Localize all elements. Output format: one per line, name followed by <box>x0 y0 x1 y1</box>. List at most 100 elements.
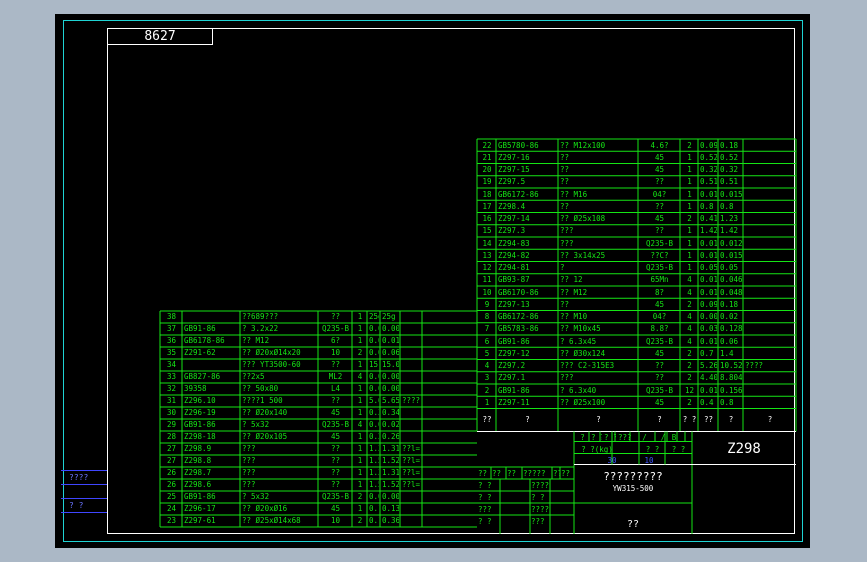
parts-cell: ?? 12 <box>560 275 583 285</box>
parts-cell: GB5783-86 <box>498 324 539 334</box>
signature-cell: ????? <box>523 469 546 478</box>
signature-cell: ? ? <box>478 481 492 490</box>
parts-cell: ??? <box>242 444 256 453</box>
parts-cell: 5 <box>484 348 490 358</box>
parts-cell: Z297-12 <box>498 348 530 358</box>
parts-cell: ?? <box>560 152 570 162</box>
parts-cell: Z297.3 <box>498 226 526 236</box>
header-cell: ? <box>596 414 601 424</box>
parts-cell: L4 <box>330 384 341 393</box>
parts-cell: GB93-87 <box>498 275 530 285</box>
parts-cell: 37 <box>166 324 177 333</box>
parts-cell: 45 <box>654 165 665 174</box>
parts-cell: Z294-83 <box>498 238 530 248</box>
parts-cell: 0.048 <box>720 287 742 297</box>
parts-cell: ?? Ø20xØ16 <box>242 504 288 513</box>
parts-cell: ?? <box>330 312 341 321</box>
parts-cell: 35 <box>166 348 177 357</box>
parts-cell: 1 <box>357 432 363 441</box>
parts-cell: 0.128 <box>720 324 742 334</box>
parts-cell: ???? <box>745 361 764 370</box>
parts-cell: ?? Ø20x105 <box>242 432 288 441</box>
signature-cell: ?? <box>561 469 571 478</box>
parts-cell: ?? <box>560 165 570 174</box>
parts-cell: GB6170-86 <box>498 287 539 297</box>
parts-cell: 4 <box>687 336 692 346</box>
parts-cell: GB5780-86 <box>498 140 539 150</box>
header-cell: ? ? <box>682 414 697 424</box>
parts-cell: 0.18 <box>720 299 739 309</box>
parts-cell: 04? <box>652 312 667 321</box>
parts-cell: 30 <box>166 408 177 417</box>
parts-cell: ?? <box>330 480 341 489</box>
parts-cell: ?? <box>560 177 570 187</box>
header-cell: ?? <box>482 414 492 424</box>
parts-cell: GB91-86 <box>184 492 216 501</box>
parts-cell: 1 <box>357 312 363 321</box>
parts-cell: 2 <box>357 516 363 525</box>
parts-cell: Z297-13 <box>498 299 530 309</box>
parts-cell: ?? <box>330 360 341 369</box>
parts-cell: 45 <box>654 152 665 162</box>
parts-cell: 45 <box>330 408 341 417</box>
parts-cell: Q235-B <box>645 238 674 248</box>
parts-cell: 0.012 <box>700 287 717 297</box>
drawing-code: Z298 <box>727 440 761 457</box>
parts-cell: 34 <box>166 360 177 369</box>
parts-cell: ?? <box>654 361 665 370</box>
parts-cell: 15.0 <box>369 360 379 369</box>
parts-cell: 1.31 <box>382 468 399 477</box>
signature-cell: ???? <box>531 505 550 514</box>
parts-cell: 12 <box>482 263 492 272</box>
parts-cell: ?? 3x14x25 <box>560 250 606 260</box>
parts-cell: ?? <box>330 444 341 453</box>
title-block-cell: ? ? <box>604 432 616 442</box>
parts-cell: Z296.10 <box>184 396 216 405</box>
parts-cell: 0.005 <box>700 312 717 321</box>
parts-cell: 1.23 <box>720 214 739 223</box>
parts-cell: ??C? <box>650 250 669 260</box>
parts-cell: Z298.7 <box>184 468 212 477</box>
parts-cell: 2 <box>687 140 692 150</box>
parts-cell: ?? Ø20x140 <box>242 408 288 417</box>
parts-cell: ??2x5 <box>242 372 265 381</box>
parts-cell: 0.0007 <box>369 372 379 381</box>
parts-cell: 4 <box>687 287 692 297</box>
parts-cell: 2 <box>687 397 692 407</box>
parts-cell: ?? Ø20xØ14x20 <box>242 348 301 357</box>
parts-cell: GB91-86 <box>498 385 530 395</box>
parts-cell: ?? M16 <box>560 189 588 199</box>
parts-cell: 45 <box>330 504 341 513</box>
scale-value: ? ? <box>671 444 686 454</box>
parts-cell: Z294-82 <box>498 250 530 260</box>
parts-cell: 0.0068 <box>369 492 379 501</box>
parts-cell: 1 <box>484 397 490 407</box>
parts-cell: 1.42 <box>720 226 739 236</box>
parts-cell: ??? <box>560 238 574 248</box>
header-cell: ? <box>525 414 530 424</box>
parts-cell: ??l=10 <box>402 456 421 465</box>
parts-cell: 18 <box>482 189 492 199</box>
title-block-cell: ? ? <box>591 432 602 442</box>
parts-cell: 0.008 <box>369 384 379 393</box>
parts-cell: Z297-11 <box>498 397 530 407</box>
parts-cell: 0.18 <box>720 140 739 150</box>
parts-cell: 0.156 <box>720 385 742 395</box>
parts-cell: 17 <box>482 201 492 211</box>
parts-cell: 1 <box>357 384 363 393</box>
parts-cell: 0.0115 <box>700 275 717 285</box>
parts-cell: ?? 50x80 <box>242 384 279 393</box>
parts-cell: ???? <box>402 396 421 405</box>
parts-cell: 19 <box>482 177 492 187</box>
parts-cell: 0.008 <box>382 384 399 393</box>
parts-cell: ?? M12 <box>242 336 270 345</box>
parts-cell: 23 <box>166 516 177 525</box>
parts-cell: 1 <box>357 504 363 513</box>
parts-cell: ? 6.3x45 <box>560 336 597 346</box>
parts-cell: ??l=10 <box>402 480 421 489</box>
parts-cell: ?? <box>560 201 570 211</box>
parts-cell: 1.52 <box>382 480 399 489</box>
parts-cell: 8? <box>654 287 665 297</box>
parts-cell: 0.51 <box>700 177 717 187</box>
parts-cell: 20 <box>482 165 492 174</box>
